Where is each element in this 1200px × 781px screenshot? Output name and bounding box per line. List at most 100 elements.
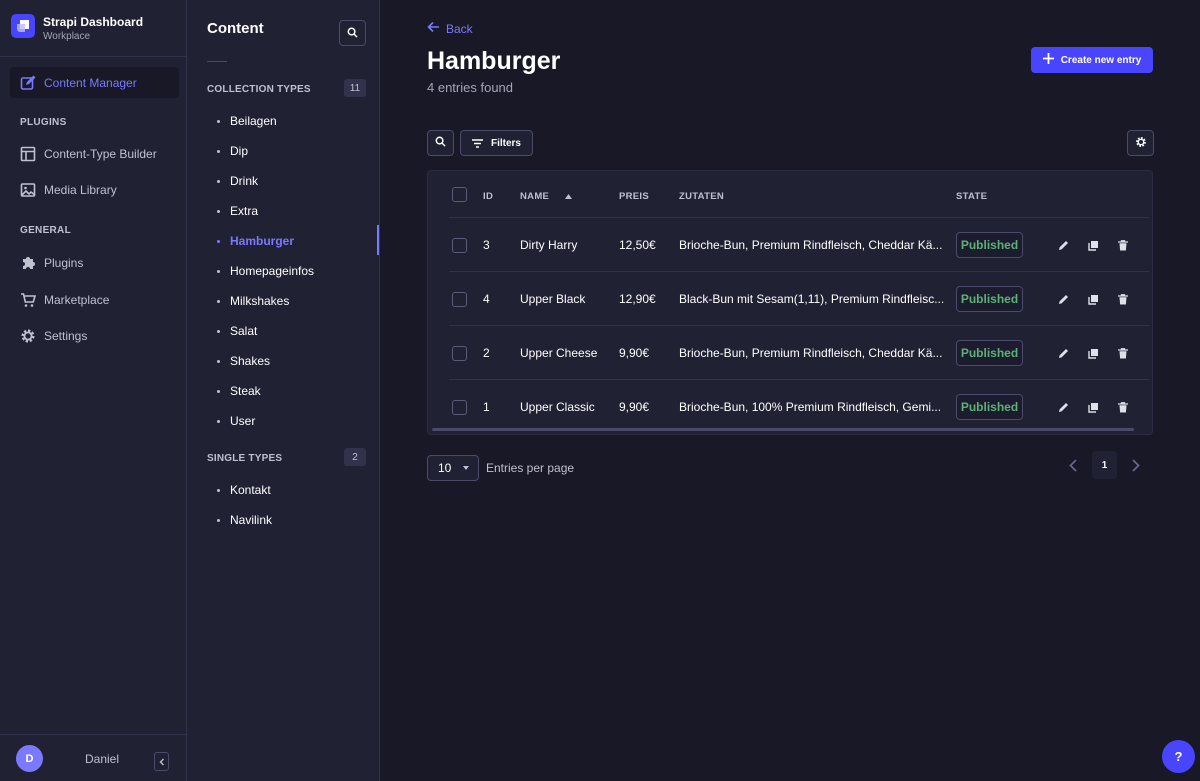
subnav-divider [207, 61, 227, 62]
subnav-search-button[interactable] [339, 20, 366, 46]
entries-count: 4 entries found [427, 80, 514, 95]
nav-item-media-library[interactable]: Media Library [20, 180, 117, 200]
user-name[interactable]: Daniel [85, 752, 119, 766]
collapse-nav-button[interactable] [154, 752, 169, 771]
bullet-icon [217, 329, 220, 333]
column-header-name[interactable]: NAME [520, 191, 573, 202]
subnav-link-steak[interactable]: Steak [217, 383, 261, 399]
column-header-state[interactable]: STATE [956, 191, 987, 202]
cell-preis: 9,90€ [619, 346, 650, 360]
row-checkbox[interactable] [452, 292, 467, 307]
cell-zutaten: Black-Bun mit Sesam(1,11), Premium Rindf… [679, 292, 945, 306]
bullet-icon [217, 119, 220, 123]
search-icon [435, 136, 446, 150]
filters-label: Filters [490, 137, 521, 149]
subnav-link-label: Kontakt [230, 483, 271, 497]
subnav-link-user[interactable]: User [217, 413, 255, 429]
next-page-button[interactable] [1129, 457, 1143, 473]
delete-icon[interactable] [1116, 400, 1130, 414]
horizontal-scrollbar[interactable] [432, 428, 1134, 431]
duplicate-icon[interactable] [1086, 346, 1100, 360]
per-page-label: Entries per page [486, 461, 575, 475]
filters-button[interactable]: Filters [460, 130, 533, 156]
brand-title: Strapi Dashboard [43, 15, 144, 29]
column-header-id[interactable]: ID [483, 191, 493, 202]
subnav-link-salat[interactable]: Salat [217, 323, 257, 339]
cell-name: Upper Cheese [520, 346, 598, 360]
chevron-right-icon [1132, 458, 1140, 472]
view-settings-button[interactable] [1127, 130, 1154, 156]
delete-icon[interactable] [1116, 238, 1130, 252]
bullet-icon [217, 359, 220, 363]
group-label-single-types[interactable]: SINGLE TYPES [207, 453, 282, 464]
cell-zutaten: Brioche-Bun, 100% Premium Rindfleisch, G… [679, 400, 942, 414]
subnav-link-kontakt[interactable]: Kontakt [217, 482, 271, 498]
subnav-link-label: Drink [230, 174, 259, 188]
puzzle-icon [20, 255, 36, 271]
edit-icon[interactable] [1056, 238, 1070, 252]
nav-item-label: Content Manager [44, 76, 137, 90]
subnav-link-dip[interactable]: Dip [217, 143, 248, 159]
back-link[interactable]: Back [427, 21, 473, 36]
subnav-link-label: Hamburger [230, 234, 295, 248]
edit-icon[interactable] [1056, 292, 1070, 306]
search-icon [347, 26, 358, 41]
nav-item-marketplace[interactable]: Marketplace [20, 290, 109, 310]
subnav-link-hamburger[interactable]: Hamburger [217, 233, 294, 249]
row-divider [449, 271, 1149, 272]
duplicate-icon[interactable] [1086, 238, 1100, 252]
nav-item-label: Marketplace [44, 293, 110, 307]
delete-icon[interactable] [1116, 292, 1130, 306]
brand-header: Strapi Dashboard Workplace [0, 0, 186, 57]
page-button-current[interactable]: 1 [1092, 451, 1117, 479]
page-title: Hamburger [427, 47, 561, 75]
row-checkbox[interactable] [452, 238, 467, 253]
cell-name: Upper Classic [520, 400, 595, 414]
cell-preis: 9,90€ [619, 400, 650, 414]
bullet-icon [217, 488, 220, 492]
row-checkbox[interactable] [452, 346, 467, 361]
chevron-left-icon [1069, 458, 1077, 472]
nav-item-content-manager[interactable]: Content Manager [10, 67, 179, 98]
subnav-link-drink[interactable]: Drink [217, 173, 258, 189]
previous-page-button[interactable] [1066, 457, 1080, 473]
subnav-link-milkshakes[interactable]: Milkshakes [217, 293, 289, 309]
avatar[interactable]: D [16, 745, 43, 772]
bullet-icon [217, 179, 220, 183]
help-button[interactable]: ? [1162, 740, 1195, 773]
duplicate-icon[interactable] [1086, 292, 1100, 306]
select-all-checkbox[interactable] [452, 187, 467, 202]
column-header-label: NAME [520, 191, 550, 202]
filter-icon [471, 138, 483, 148]
duplicate-icon[interactable] [1086, 400, 1100, 414]
nav-item-content-type-builder[interactable]: Content-Type Builder [20, 144, 157, 164]
subnav-link-extra[interactable]: Extra [217, 203, 258, 219]
section-label-plugins: PLUGINS [20, 117, 67, 128]
nav-item-plugins[interactable]: Plugins [20, 253, 83, 273]
sort-ascending-icon [557, 194, 573, 199]
row-divider [449, 325, 1149, 326]
per-page-select[interactable]: 10 [427, 455, 479, 481]
nav-item-settings[interactable]: Settings [20, 326, 87, 346]
subnav-link-navilink[interactable]: Navilink [217, 512, 272, 528]
subnav-link-label: Shakes [230, 354, 271, 368]
edit-icon[interactable] [1056, 400, 1070, 414]
delete-icon[interactable] [1116, 346, 1130, 360]
bullet-icon [217, 299, 220, 303]
column-header-preis[interactable]: PREIS [619, 191, 649, 202]
column-header-zutaten[interactable]: ZUTATEN [679, 191, 724, 202]
nav-item-label: Settings [44, 329, 88, 343]
row-checkbox[interactable] [452, 400, 467, 415]
active-indicator [377, 225, 379, 255]
group-label-collection-types[interactable]: COLLECTION TYPES [207, 84, 311, 95]
edit-icon[interactable] [1056, 346, 1070, 360]
subnav-link-shakes[interactable]: Shakes [217, 353, 270, 369]
bullet-icon [217, 149, 220, 153]
create-entry-button[interactable]: Create new entry [1031, 47, 1153, 73]
search-button[interactable] [427, 130, 454, 156]
entries-table: ID NAME PREIS ZUTATEN STATE 3 Dirty Harr… [427, 170, 1153, 435]
single-types-count: 2 [344, 448, 366, 466]
section-label-general: GENERAL [20, 225, 71, 236]
subnav-link-beilagen[interactable]: Beilagen [217, 113, 277, 129]
subnav-link-homepageinfos[interactable]: Homepageinfos [217, 263, 314, 279]
